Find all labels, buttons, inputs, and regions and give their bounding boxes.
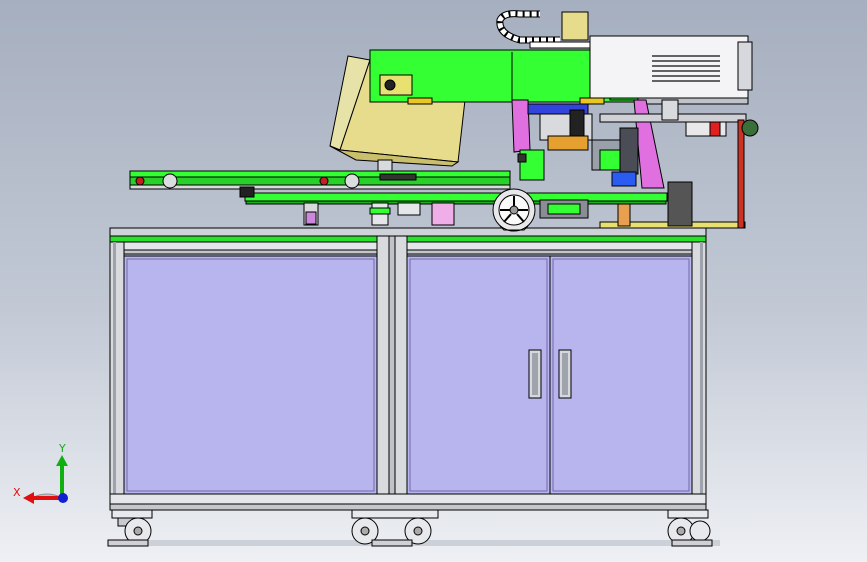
y-axis-label: Y [58,442,66,455]
cable-drag-chain [496,10,591,49]
z-axis-dot [58,493,68,503]
x-axis-arrowhead [23,492,34,504]
cad-viewport: Y X [0,0,867,562]
axis-triad: Y X [13,442,68,504]
left-cabinet-panel [123,255,378,495]
machine-assembly-drawing: Y X [13,10,759,547]
control-box [589,35,753,99]
y-axis-arrowhead [56,455,68,466]
x-axis-label: X [13,486,21,499]
handwheel [492,188,536,232]
